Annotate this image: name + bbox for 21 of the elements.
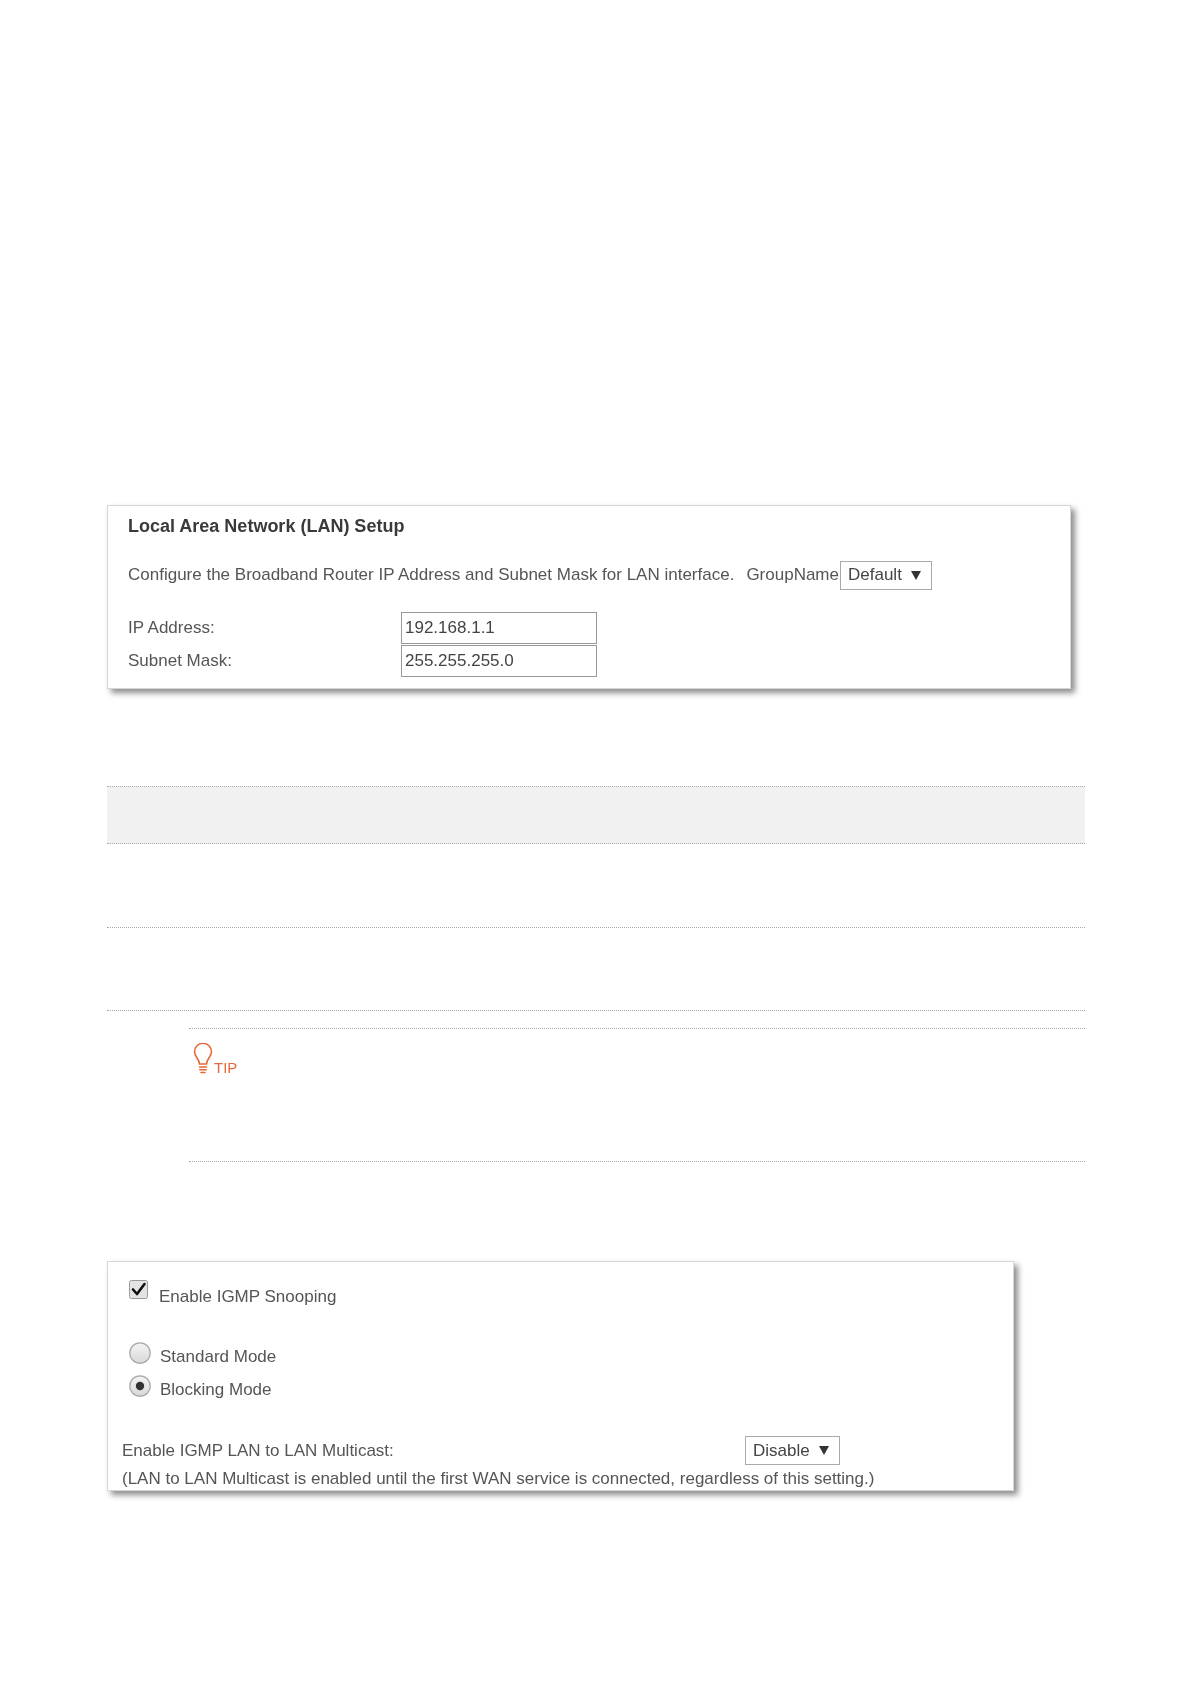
tip-label: TIP: [214, 1060, 238, 1075]
checkbox-label: Enable IGMP Snooping: [159, 1286, 337, 1308]
lightbulb-icon: [193, 1043, 213, 1075]
radio-label: Blocking Mode: [160, 1379, 272, 1401]
field-label: IP Address:: [128, 617, 215, 637]
radio-label: Standard Mode: [160, 1346, 277, 1368]
field-label: Subnet Mask:: [128, 650, 232, 670]
description-text: Configure the Broadband Router IP Address and Subnet Mask for LAN interface.: [128, 564, 735, 586]
panel-title: Local Area Network (LAN) Setup: [128, 515, 405, 538]
input-field[interactable]: 255.255.255.0: [401, 644, 597, 677]
caret-icon: [910, 570, 921, 580]
note-text: (LAN to LAN Multicast is enabled until the first WAN service is connected, regardless of this setting.): [122, 1469, 875, 1488]
radio-button[interactable]: [129, 1375, 151, 1397]
multicast-label: Enable IGMP LAN to LAN Multicast:: [122, 1440, 394, 1460]
caret-icon: [818, 1446, 829, 1455]
multicast-dropdown[interactable]: Disable: [745, 1436, 840, 1465]
input-field[interactable]: 192.168.1.1: [401, 611, 597, 644]
group-name-dropdown[interactable]: Default: [840, 560, 932, 590]
group-name-label: GroupName: [746, 564, 839, 586]
radio-button[interactable]: [129, 1342, 151, 1364]
checkbox[interactable]: [129, 1280, 148, 1299]
